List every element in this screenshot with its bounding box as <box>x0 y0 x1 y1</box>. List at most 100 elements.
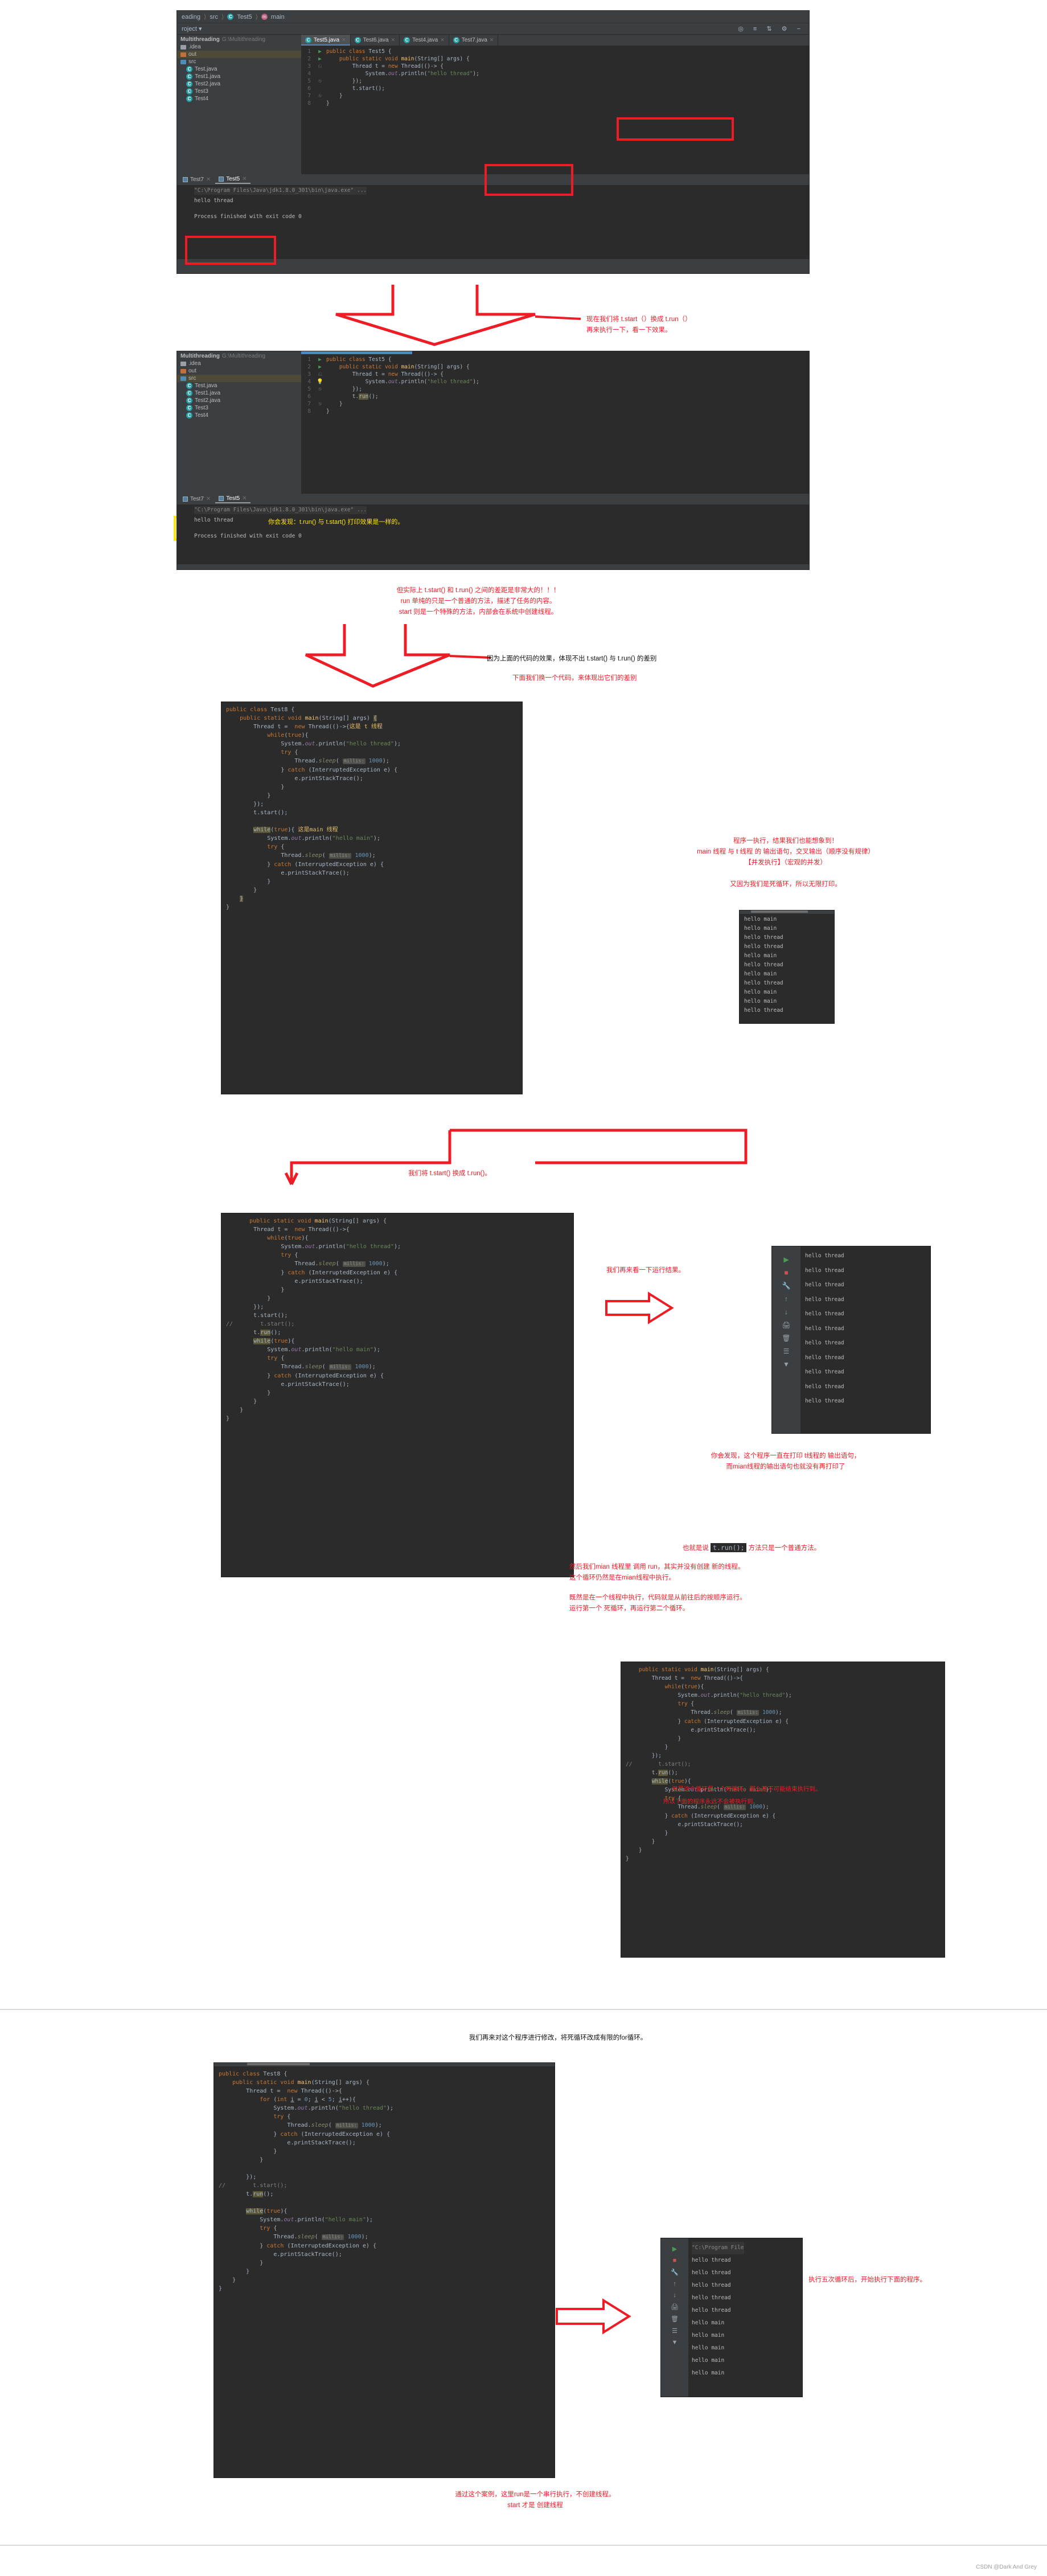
run-tab-test5[interactable]: Test5 ✕ <box>215 175 251 184</box>
editor-1[interactable]: C Test5.java ✕ C Test6.java ✕ C Test4.java… <box>301 35 809 174</box>
close-icon[interactable]: ✕ <box>391 37 396 43</box>
run-toolbar-4[interactable]: ▶ ■ 🔧 ↑ ↓ 🖨 🗑 ☰ ▼ <box>772 1246 800 1433</box>
tab-test7[interactable]: C Test7.java ✕ <box>449 35 499 46</box>
breadcrumb-item-project[interactable]: eading <box>182 14 200 20</box>
close-icon[interactable]: ✕ <box>242 176 247 182</box>
annotation-shot3: 程序一执行，结果我们也能想象到！ main 线程 与 t 线程 的 输出语句，交… <box>697 838 874 888</box>
code-line: 4 System.out.println("hello thread"); <box>307 71 479 77</box>
class-icon: C <box>186 73 192 80</box>
arrow-tail-1 <box>535 315 581 320</box>
breadcrumb-item-class[interactable]: Test5 <box>237 14 252 20</box>
output-panel-6[interactable]: ▶ ■ 🔧 ↑ ↓ 🖨 🗑 ☰ ▼ "C:\Program File hello… <box>660 2238 803 2397</box>
code-content-3[interactable]: public class Test8 { public static void … <box>221 702 522 915</box>
output-line: hello main <box>692 2332 725 2339</box>
class-icon: C <box>227 14 234 20</box>
run-tab-test5[interactable]: Test5 ✕ <box>215 495 251 503</box>
annotation-2: 但实际上 t.start() 和 t.run() 之间的差距是非常大的！！！ r… <box>396 587 560 616</box>
filter-icon[interactable]: ▼ <box>783 1360 790 1368</box>
trash-icon[interactable]: 🗑 <box>782 1334 790 1342</box>
code-window-6[interactable]: public class Test8 { public static void … <box>213 2062 555 2478</box>
close-icon[interactable]: ✕ <box>206 496 211 502</box>
console-1[interactable]: "C:\Program Files\Java\jdk1.8.0_301\bin\… <box>177 185 809 259</box>
annotation-5-line1: 也就是说 t.run(); 方法只是一个普通方法。 <box>682 1543 821 1552</box>
code-content-1[interactable]: 1 ▶ public class Test5 {2 ▶ public static v… <box>301 46 809 108</box>
filter-icon[interactable]: ▼ <box>672 2339 678 2346</box>
tree-item-src[interactable]: src <box>177 58 301 65</box>
run-panel-2: Test7 ✕ Test5 ✕ "C:\Program Files\Java\jdk… <box>177 494 809 564</box>
tree-item-test3[interactable]: C Test3 <box>177 88 301 95</box>
wrench-icon[interactable]: 🔧 <box>671 2269 679 2276</box>
tree-item-project[interactable]: Multithreading G:\Multithreading <box>177 352 301 360</box>
code-window-4[interactable]: public static void main(String[] args) {… <box>221 1213 574 1577</box>
trash-icon[interactable]: 🗑 <box>671 2315 679 2323</box>
tree-item-test[interactable]: C Test.java <box>177 382 301 389</box>
tree-item-test4[interactable]: C Test4 <box>177 95 301 102</box>
code-line: 1 ▶ public class Test5 { <box>307 356 392 363</box>
run-tab-test7[interactable]: Test7 ✕ <box>179 495 214 503</box>
breadcrumb-item-src[interactable]: src <box>210 14 218 20</box>
run-toolbar-6[interactable]: ▶ ■ 🔧 ↑ ↓ 🖨 🗑 ☰ ▼ <box>661 2238 688 2397</box>
project-dropdown[interactable]: roject ▾ <box>182 25 202 32</box>
output-line: hello main <box>744 971 777 977</box>
down-icon[interactable]: ↓ <box>785 1308 788 1316</box>
tree-item-test3[interactable]: C Test3 <box>177 404 301 412</box>
tab-test5[interactable]: C Test5.java ✕ <box>301 35 351 46</box>
run-tab-test7[interactable]: Test7 ✕ <box>179 176 214 183</box>
output-panel-3[interactable]: hello main hello main hello thread hello… <box>739 910 835 1024</box>
close-icon[interactable]: ✕ <box>242 495 247 502</box>
tree-item-out[interactable]: out <box>177 51 301 58</box>
tree-item-test2[interactable]: C Test2.java <box>177 80 301 88</box>
run-tabstrip-1[interactable]: Test7 ✕ Test5 ✕ <box>177 174 809 185</box>
console-2[interactable]: "C:\Program Files\Java\jdk1.8.0_301\bin\… <box>177 504 809 564</box>
printer-icon[interactable]: 🖨 <box>671 2303 679 2311</box>
wrench-icon[interactable]: 🔧 <box>782 1282 791 1290</box>
close-icon[interactable]: ✕ <box>206 177 211 183</box>
tab-test4[interactable]: C Test4.java ✕ <box>400 35 449 46</box>
tree-item-test1[interactable]: C Test1.java <box>177 389 301 397</box>
code-content-5[interactable]: public static void main(String[] args) {… <box>621 1662 945 1867</box>
rerun-icon[interactable]: ▶ <box>672 2245 677 2253</box>
run-config-icon <box>183 497 188 502</box>
stop-icon[interactable]: ■ <box>784 1269 788 1277</box>
close-icon[interactable]: ✕ <box>342 37 346 43</box>
output-line: hello thread <box>744 980 783 986</box>
up-icon[interactable]: ↑ <box>673 2280 676 2287</box>
editor-2[interactable]: 1 ▶ public class Test5 {2 ▶ public static v… <box>301 351 809 494</box>
tree-item-test[interactable]: C Test.java <box>177 65 301 73</box>
toolbar-icons-1[interactable]: ◎ ≡ ⇅ ⚙ − <box>738 25 804 32</box>
breadcrumb-item-method[interactable]: main <box>271 14 285 20</box>
close-icon[interactable]: ✕ <box>440 37 445 43</box>
editor-tabs-1[interactable]: C Test5.java ✕ C Test6.java ✕ C Test4.java… <box>301 35 809 46</box>
tree-item-src[interactable]: src <box>177 375 301 382</box>
tree-item-out[interactable]: out <box>177 367 301 375</box>
printer-icon[interactable]: 🖨 <box>782 1321 790 1329</box>
code-window-5[interactable]: public static void main(String[] args) {… <box>621 1662 945 1958</box>
tree-item-project[interactable]: Multithreading G:\Multithreading <box>177 36 301 43</box>
tree-item-test1[interactable]: C Test1.java <box>177 73 301 80</box>
right-arrow-shot4 <box>605 1291 674 1324</box>
project-tree-1[interactable]: Multithreading G:\Multithreading .idea o… <box>177 35 301 174</box>
output-line: hello thread <box>744 962 783 968</box>
project-tree-2[interactable]: Multithreading G:\Multithreading .idea o… <box>177 351 301 494</box>
tree-item-test4[interactable]: C Test4 <box>177 412 301 419</box>
code-content-6[interactable]: public class Test8 { public static void … <box>214 2066 555 2296</box>
folder-icon <box>180 52 186 57</box>
tab-test6[interactable]: C Test6.java ✕ <box>351 35 400 46</box>
tree-item-test2[interactable]: C Test2.java <box>177 397 301 404</box>
run-tabstrip-2[interactable]: Test7 ✕ Test5 ✕ <box>177 494 809 504</box>
tree-item-idea[interactable]: .idea <box>177 360 301 367</box>
folder-icon <box>180 361 186 366</box>
list-icon[interactable]: ☰ <box>672 2327 678 2335</box>
code-window-3[interactable]: public class Test8 { public static void … <box>221 702 523 1094</box>
code-content-2[interactable]: 1 ▶ public class Test5 {2 ▶ public static v… <box>301 354 809 416</box>
chevron-down-icon[interactable]: ▾ <box>199 26 202 32</box>
stop-icon[interactable]: ■ <box>673 2257 677 2264</box>
down-icon[interactable]: ↓ <box>673 2292 676 2299</box>
tree-item-idea[interactable]: .idea <box>177 43 301 51</box>
rerun-icon[interactable]: ▶ <box>783 1256 789 1264</box>
close-icon[interactable]: ✕ <box>490 37 494 43</box>
up-icon[interactable]: ↑ <box>785 1295 788 1303</box>
code-content-4[interactable]: public static void main(String[] args) {… <box>221 1213 573 1426</box>
list-icon[interactable]: ☰ <box>783 1347 790 1355</box>
output-panel-4[interactable]: ▶ ■ 🔧 ↑ ↓ 🖨 🗑 ☰ ▼ hello thread hello thr… <box>771 1246 931 1434</box>
